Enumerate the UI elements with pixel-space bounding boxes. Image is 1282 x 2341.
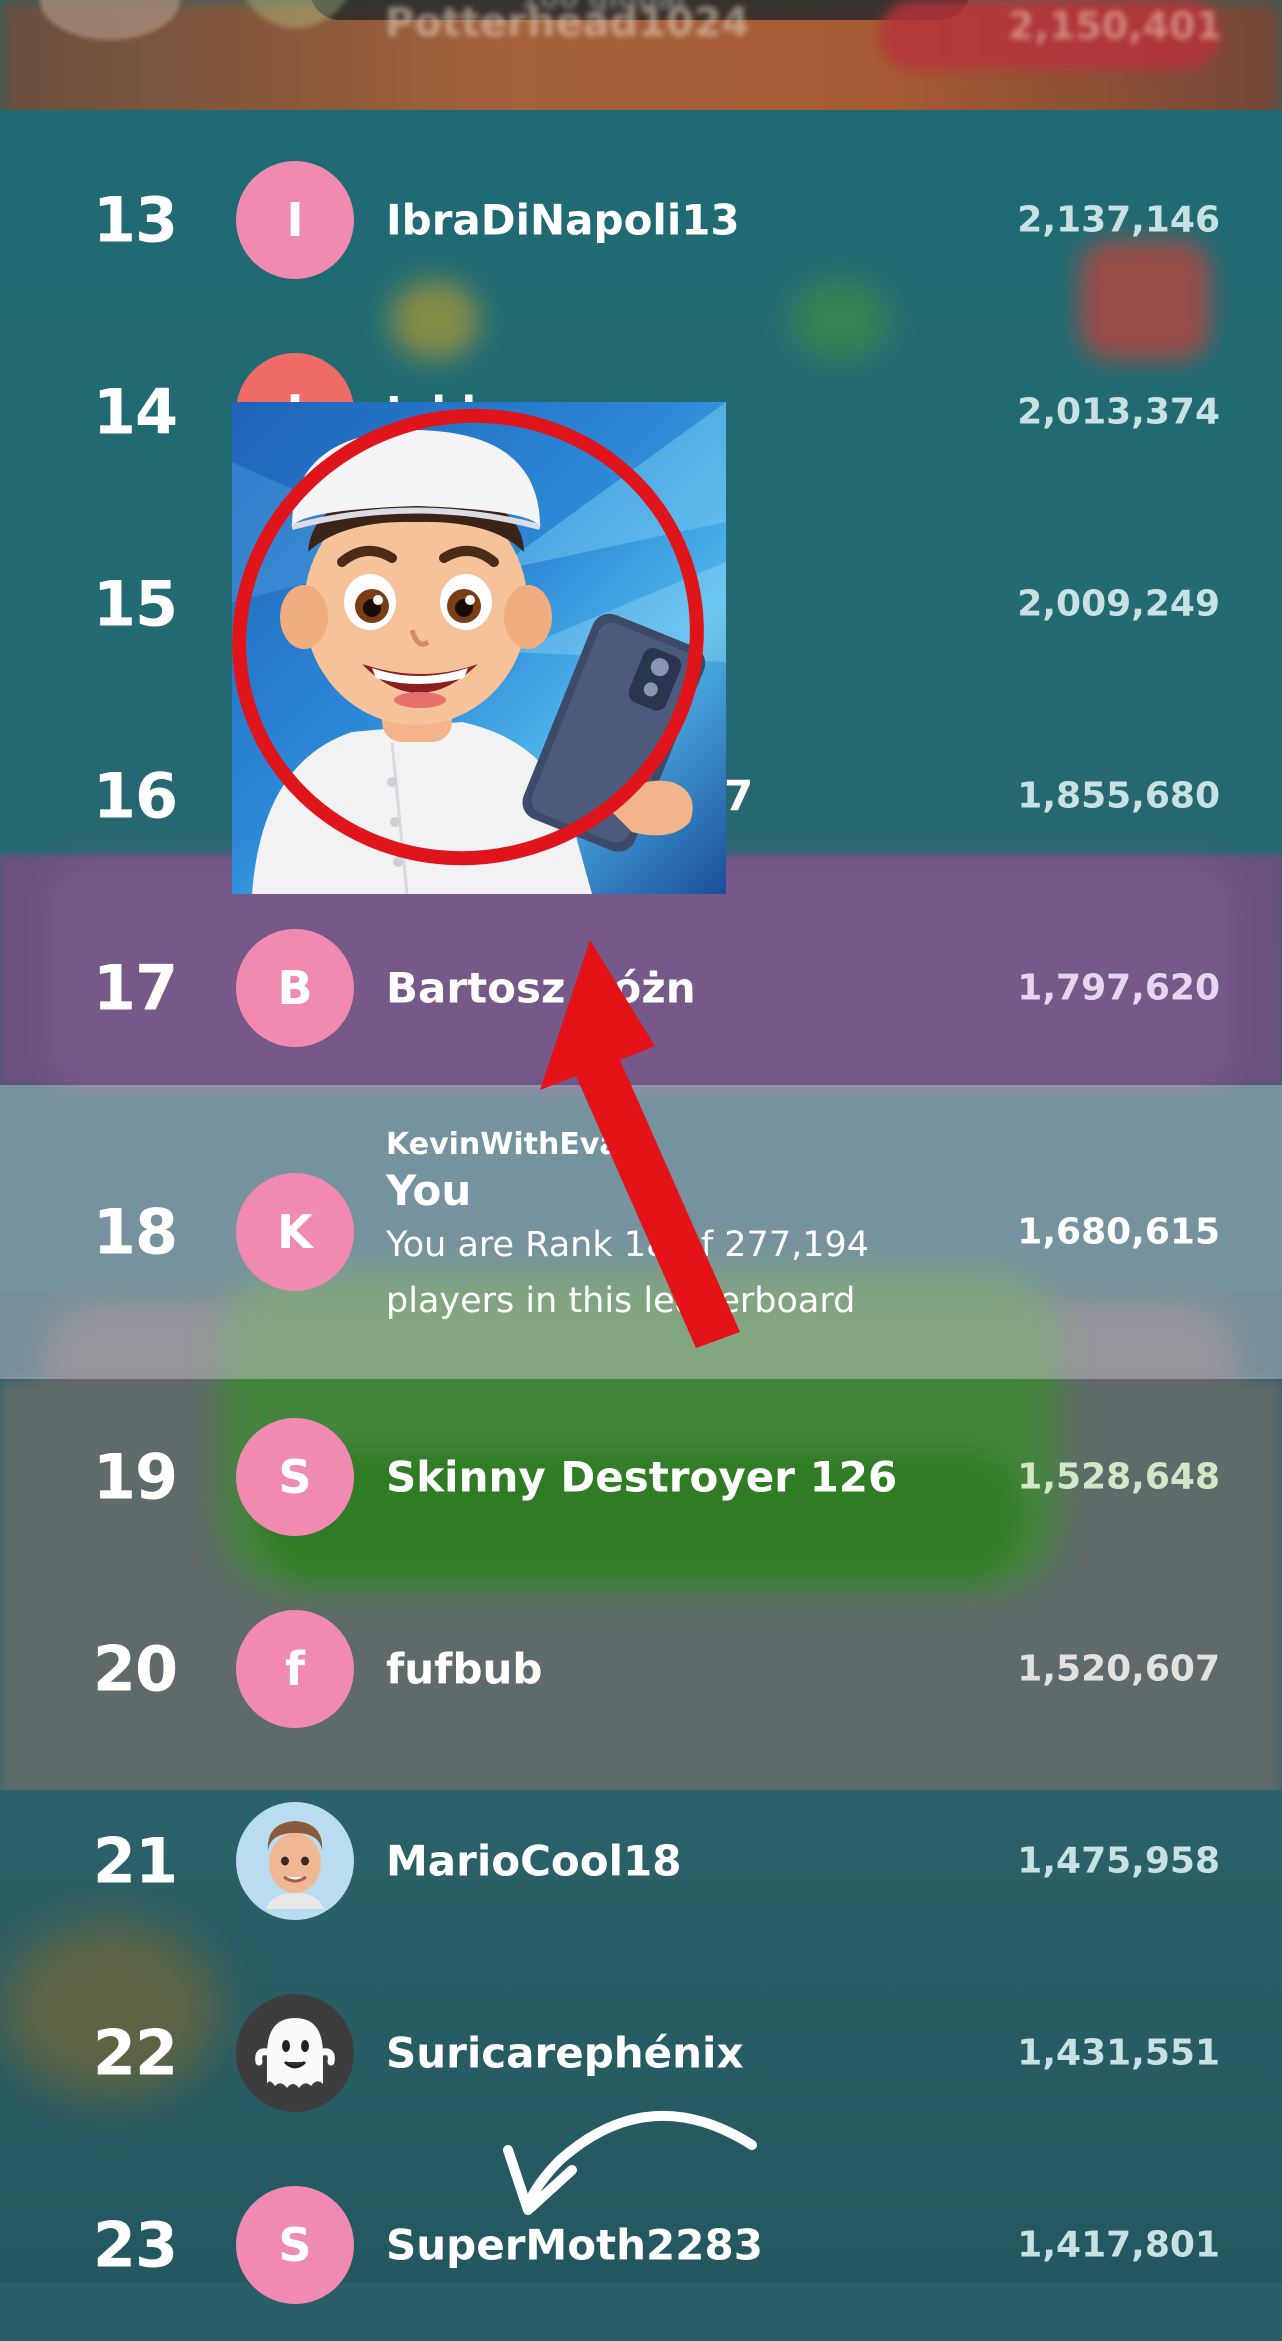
leaderboard-row[interactable]: 20 f fufbub 1,520,607 bbox=[0, 1573, 1282, 1765]
player-score: 1,680,615 bbox=[1017, 1211, 1220, 1253]
player-score: 2,009,249 bbox=[1017, 583, 1220, 625]
leaderboard-row[interactable]: 23 S SuperMoth2283 1,417,801 bbox=[0, 2149, 1282, 2341]
avatar: B bbox=[236, 929, 354, 1047]
player-score: 2,013,374 bbox=[1017, 391, 1220, 433]
player-score: 1,797,620 bbox=[1017, 967, 1220, 1009]
rank-number: 16 bbox=[92, 759, 178, 833]
leaderboard-row[interactable]: 21 MarioCool18 1,475,958 bbox=[0, 1765, 1282, 1957]
player-name: 7 bbox=[724, 771, 754, 821]
username: KevinWithEvan bbox=[386, 1127, 641, 1162]
rank-number: 23 bbox=[92, 2208, 178, 2282]
current-user-info: KevinWithEvan You You are Rank 18 of 277… bbox=[386, 1127, 946, 1329]
ghost-icon bbox=[236, 1994, 354, 2112]
avatar: S bbox=[236, 2186, 354, 2304]
app-icon-image bbox=[232, 402, 726, 894]
player-score: 2,150,401 bbox=[1008, 4, 1222, 48]
player-score: 1,520,607 bbox=[1017, 1648, 1220, 1690]
rank-number: 14 bbox=[92, 375, 178, 449]
avatar: S bbox=[236, 1418, 354, 1536]
player-name: MarioCool18 bbox=[386, 1836, 682, 1886]
player-name: Skinny Destroyer 126 bbox=[386, 1452, 898, 1502]
rank-description: You are Rank 18 of 277,194 players in th… bbox=[386, 1225, 870, 1321]
player-name: Potterhead1024 bbox=[385, 0, 750, 46]
player-name: IbraDiNapoli13 bbox=[386, 195, 740, 245]
avatar bbox=[238, 0, 354, 28]
rank-number: 20 bbox=[92, 1632, 178, 1706]
rank-number: 21 bbox=[92, 1824, 178, 1898]
rank-number: 19 bbox=[92, 1440, 178, 1514]
player-score: 1,855,680 bbox=[1017, 775, 1220, 817]
avatar: K bbox=[236, 1173, 354, 1291]
player-name: fufbub bbox=[386, 1644, 543, 1694]
rank-number: 22 bbox=[92, 2016, 178, 2090]
player-name: Suricarephénix bbox=[386, 2028, 744, 2078]
leaderboard-row-partial: 100 global Potterhead1024 2,150,401 bbox=[0, 0, 1282, 60]
memoji-boy-icon bbox=[236, 1802, 354, 1920]
avatar: I bbox=[236, 161, 354, 279]
player-score: 1,475,958 bbox=[1017, 1840, 1220, 1882]
leaderboard-row[interactable]: 17 B Bartosz Różn 1,797,620 bbox=[0, 892, 1282, 1084]
rank-number: 15 bbox=[92, 567, 178, 641]
player-score: 1,431,551 bbox=[1017, 2032, 1220, 2074]
player-score: 1,528,648 bbox=[1017, 1456, 1220, 1498]
player-score: 2,137,146 bbox=[1017, 199, 1220, 241]
leaderboard-row[interactable]: 19 S Skinny Destroyer 126 1,528,648 bbox=[0, 1381, 1282, 1573]
you-label: You bbox=[386, 1166, 472, 1215]
rank-number: 18 bbox=[92, 1195, 178, 1269]
rank-number: 17 bbox=[92, 951, 178, 1025]
player-name: Bartosz Różn bbox=[386, 963, 696, 1013]
current-user-row[interactable]: 18 K KevinWithEvan You You are Rank 18 o… bbox=[0, 1085, 1282, 1379]
player-score: 1,417,801 bbox=[1017, 2224, 1220, 2266]
rank-number: 13 bbox=[92, 183, 178, 257]
player-name: SuperMoth2283 bbox=[386, 2220, 763, 2270]
leaderboard-row[interactable]: 22 Suricarephénix 1,431,551 bbox=[0, 1957, 1282, 2149]
leaderboard-row[interactable]: 13 I IbraDiNapoli13 2,137,146 bbox=[0, 124, 1282, 316]
avatar: f bbox=[236, 1610, 354, 1728]
